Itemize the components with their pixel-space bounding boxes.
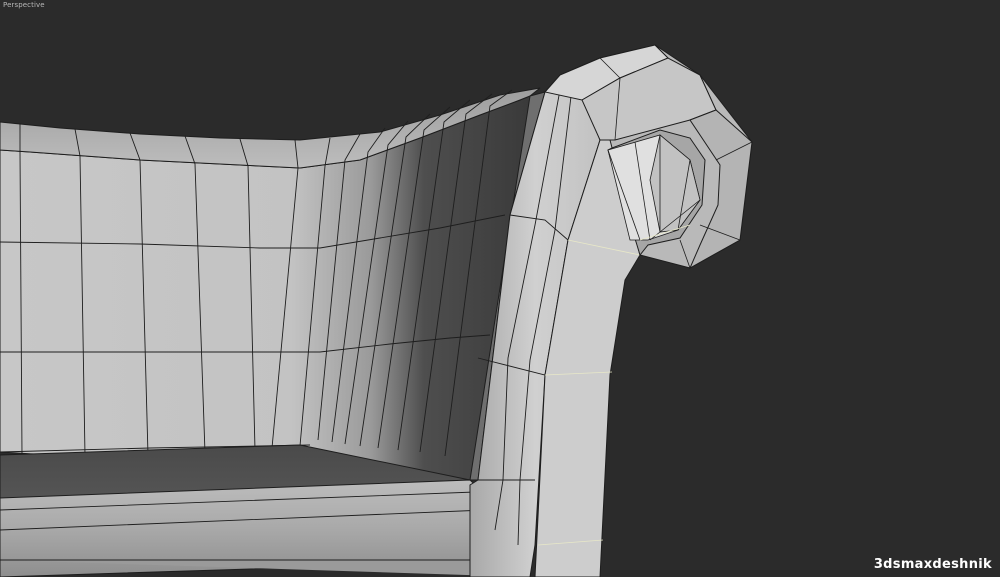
viewport-label[interactable]: Perspective [3,1,45,9]
3d-viewport[interactable]: Perspective 3dsmaxdeshnik [0,0,1000,577]
sofa-mesh-render [0,44,753,577]
watermark-text: 3dsmaxdeshnik [873,557,992,572]
